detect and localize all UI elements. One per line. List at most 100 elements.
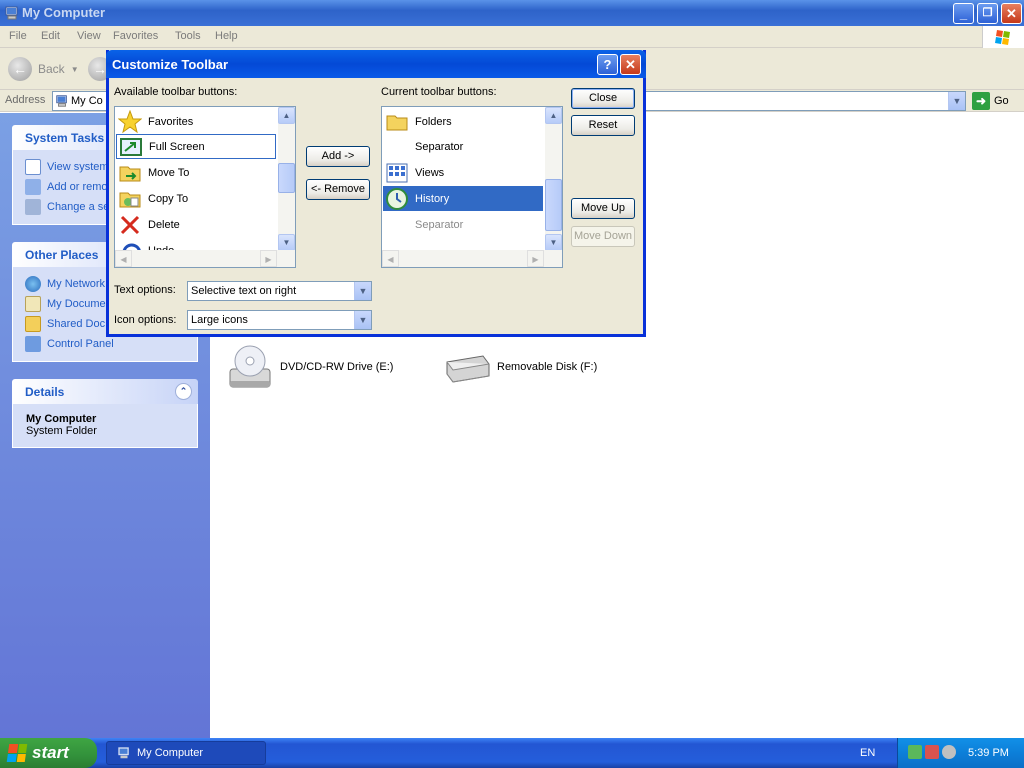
add-button[interactable]: Add -> <box>306 146 370 167</box>
windows-flag-icon <box>6 744 28 762</box>
list-item[interactable]: Move To <box>116 160 276 185</box>
drive-removable[interactable]: Removable Disk (F:) <box>443 350 597 384</box>
icon-options-label: Icon options: <box>114 314 177 326</box>
drive-dvd[interactable]: DVD/CD-RW Drive (E:) <box>226 343 393 391</box>
move-to-icon <box>119 166 141 181</box>
copy-to-icon <box>119 192 141 207</box>
collapse-chevron-icon[interactable]: ⌃ <box>175 383 192 400</box>
list-item[interactable]: Separator <box>383 212 543 237</box>
language-indicator[interactable]: EN <box>860 747 875 759</box>
close-button[interactable]: Close <box>571 88 635 109</box>
customize-toolbar-dialog: Customize Toolbar ? ✕ Available toolbar … <box>106 50 646 337</box>
menu-tools[interactable]: Tools <box>175 30 201 42</box>
drive-removable-label: Removable Disk (F:) <box>497 361 598 373</box>
scroll-right-arrow-icon[interactable]: ▶ <box>260 250 277 267</box>
window-titlebar[interactable]: My Computer _ ❐ ✕ <box>0 0 1024 26</box>
details-panel: Details ⌃ My Computer System Folder <box>12 379 198 448</box>
current-buttons-list[interactable]: Folders Separator Views History Separato… <box>381 106 563 268</box>
list-item[interactable]: History <box>383 186 543 211</box>
network-globe-icon <box>25 276 41 292</box>
icon-options-select[interactable]: Large icons ▼ <box>187 310 372 330</box>
address-dropdown-button[interactable]: ▼ <box>948 92 965 110</box>
delete-icon <box>120 215 140 234</box>
fullscreen-icon <box>120 137 142 156</box>
windows-logo <box>982 26 1024 48</box>
restore-button[interactable]: ❐ <box>977 3 998 24</box>
list-item[interactable]: Favorites <box>116 109 276 134</box>
help-button[interactable]: ? <box>597 54 618 75</box>
back-arrow-icon: ← <box>8 57 32 81</box>
move-up-button[interactable]: Move Up <box>571 198 635 219</box>
menu-favorites[interactable]: Favorites <box>113 30 158 42</box>
system-tray: 5:39 PM <box>897 738 1024 768</box>
menu-help[interactable]: Help <box>215 30 238 42</box>
place-control-panel[interactable]: Control Panel <box>25 334 185 354</box>
scroll-left-arrow-icon[interactable]: ◀ <box>382 250 399 267</box>
go-button[interactable]: ➜ Go <box>972 92 1009 110</box>
removable-disk-icon <box>446 355 490 383</box>
move-down-button[interactable]: Move Down <box>571 226 635 247</box>
chevron-down-icon[interactable]: ▼ <box>354 282 371 300</box>
dialog-close-button[interactable]: ✕ <box>620 54 641 75</box>
available-buttons-list[interactable]: Favorites Full Screen Move To Copy To De… <box>114 106 296 268</box>
shared-folder-icon <box>25 316 41 332</box>
list-item[interactable]: Delete <box>116 212 276 237</box>
remove-button[interactable]: <- Remove <box>306 179 370 200</box>
list-item[interactable]: Copy To <box>116 186 276 211</box>
close-window-button[interactable]: ✕ <box>1001 3 1022 24</box>
back-button[interactable]: ← Back ▼ <box>8 57 79 81</box>
chevron-down-icon[interactable]: ▼ <box>354 311 371 329</box>
available-vertical-scrollbar[interactable]: ▲ ▼ <box>278 107 295 251</box>
current-buttons-label: Current toolbar buttons: <box>381 86 497 98</box>
available-horizontal-scrollbar[interactable]: ◀ ▶ <box>115 250 295 267</box>
scroll-left-arrow-icon[interactable]: ◀ <box>115 250 132 267</box>
system-info-icon <box>25 159 41 175</box>
list-item[interactable]: Full Screen <box>116 134 276 159</box>
text-options-select[interactable]: Selective text on right ▼ <box>187 281 372 301</box>
start-button[interactable]: start <box>0 738 97 768</box>
scroll-right-arrow-icon[interactable]: ▶ <box>527 250 544 267</box>
text-options-label: Text options: <box>114 284 176 296</box>
drive-dvd-label: DVD/CD-RW Drive (E:) <box>280 361 394 373</box>
star-icon <box>118 109 142 133</box>
scroll-down-arrow-icon[interactable]: ▼ <box>545 234 562 251</box>
menu-edit[interactable]: Edit <box>41 30 60 42</box>
scroll-thumb[interactable] <box>545 179 562 231</box>
back-label: Back <box>38 62 65 76</box>
menu-view[interactable]: View <box>77 30 101 42</box>
current-vertical-scrollbar[interactable]: ▲ ▼ <box>545 107 562 251</box>
address-value: My Co <box>71 95 103 107</box>
minimize-button[interactable]: _ <box>953 3 974 24</box>
list-item[interactable]: Views <box>383 160 543 185</box>
details-type: System Folder <box>26 425 97 437</box>
clock: 5:39 PM <box>968 747 1009 759</box>
folder-icon <box>386 115 408 130</box>
history-icon <box>386 187 408 210</box>
menu-bar: File Edit View Favorites Tools Help <box>0 26 1024 48</box>
views-icon <box>386 163 408 182</box>
list-item[interactable]: Folders <box>383 109 543 134</box>
safely-remove-icon[interactable] <box>908 745 922 759</box>
volume-icon[interactable] <box>942 745 956 759</box>
available-buttons-label: Available toolbar buttons: <box>114 86 238 98</box>
scroll-up-arrow-icon[interactable]: ▲ <box>545 107 562 124</box>
details-header[interactable]: Details ⌃ <box>12 379 198 404</box>
current-horizontal-scrollbar[interactable]: ◀ ▶ <box>382 250 562 267</box>
my-computer-small-icon <box>118 747 129 759</box>
scroll-up-arrow-icon[interactable]: ▲ <box>278 107 295 124</box>
back-dropdown-icon[interactable]: ▼ <box>71 65 79 74</box>
cd-drive-icon <box>229 345 271 388</box>
menu-file[interactable]: File <box>9 30 27 42</box>
go-arrow-icon: ➜ <box>972 92 990 110</box>
scroll-down-arrow-icon[interactable]: ▼ <box>278 234 295 251</box>
dialog-titlebar[interactable]: Customize Toolbar ? ✕ <box>106 50 646 78</box>
address-label: Address <box>5 94 46 106</box>
reset-button[interactable]: Reset <box>571 115 635 136</box>
taskbar-item-my-computer[interactable]: My Computer <box>106 741 266 765</box>
dialog-title: Customize Toolbar <box>112 57 229 72</box>
list-item[interactable]: Separator <box>383 134 543 159</box>
window-title: My Computer <box>22 5 106 20</box>
network-tray-icon[interactable] <box>925 745 939 759</box>
scroll-thumb[interactable] <box>278 163 295 193</box>
control-panel-icon <box>25 336 41 352</box>
